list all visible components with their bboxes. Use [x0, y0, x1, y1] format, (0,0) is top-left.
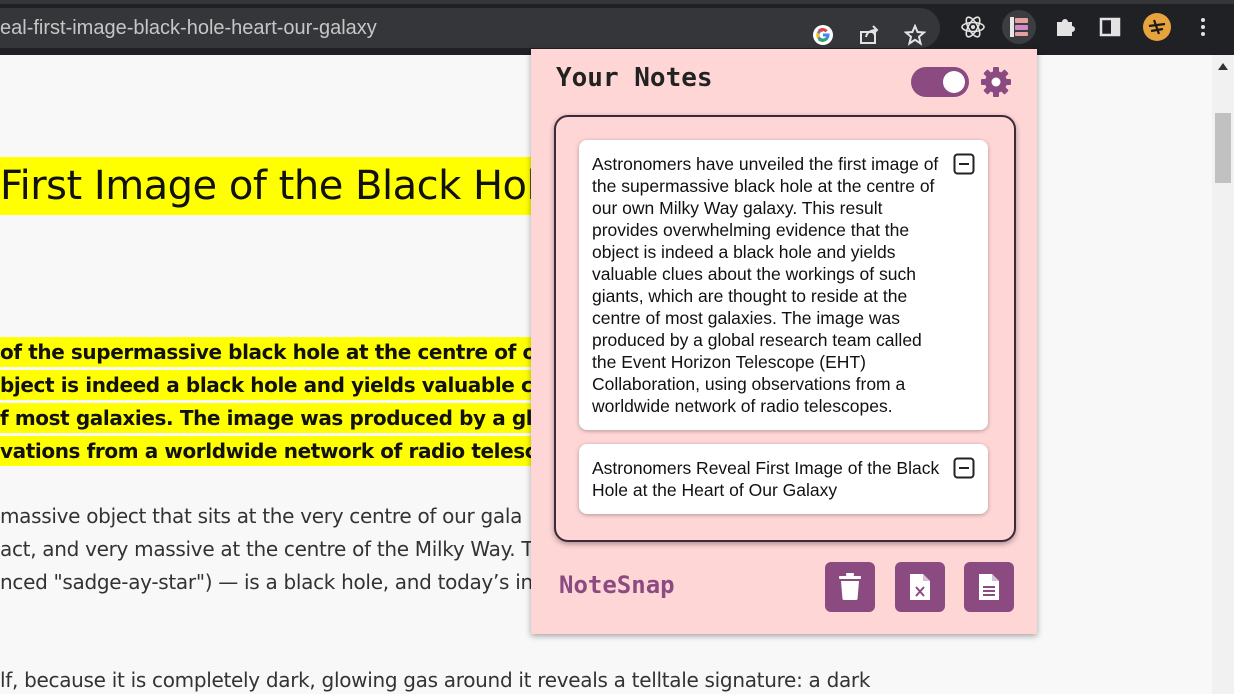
share-icon[interactable]	[852, 18, 886, 52]
scroll-thumb[interactable]	[1215, 113, 1231, 183]
enable-toggle[interactable]	[911, 67, 969, 97]
highlighted-text-line: bject is indeed a black hole and yields …	[0, 370, 578, 400]
notesnap-popup: Your Notes Astronomers have unveiled the…	[531, 49, 1037, 634]
article-text-line: nced "sadge-ay-star") — is a black hole,…	[0, 570, 533, 594]
note-card: Astronomers have unveiled the first imag…	[579, 140, 988, 430]
chrome-menu-icon[interactable]	[1186, 10, 1220, 44]
document-export-icon	[979, 574, 999, 600]
article-text-line: lf, because it is completely dark, glowi…	[0, 668, 871, 692]
scroll-up-arrow-icon[interactable]	[1218, 63, 1228, 70]
extensions-puzzle-icon[interactable]	[1048, 10, 1082, 44]
excel-export-icon	[910, 574, 930, 600]
export-excel-button[interactable]	[895, 562, 945, 612]
highlighted-text-line: of the supermassive black hole at the ce…	[0, 337, 579, 367]
bookmark-star-icon[interactable]	[898, 18, 932, 52]
app-name: NoteSnap	[559, 571, 675, 599]
trash-icon	[839, 573, 861, 600]
article-text-line: massive object that sits at the very cen…	[0, 504, 523, 528]
remove-note-icon[interactable]	[953, 153, 975, 175]
notesnap-extension-icon[interactable]	[1002, 10, 1036, 44]
article-headline: First Image of the Black Hol	[0, 157, 548, 215]
article-text-line: act, and very massive at the centre of t…	[0, 537, 534, 561]
remove-note-icon[interactable]	[953, 457, 975, 479]
browser-toolbar: eal-first-image-black-hole-heart-our-gal…	[0, 0, 1234, 55]
highlighted-text-line: f most galaxies. The image was produced …	[0, 403, 579, 433]
google-icon[interactable]	[806, 18, 840, 52]
popup-title: Your Notes	[556, 63, 713, 93]
settings-gear-icon[interactable]	[980, 66, 1012, 98]
profile-avatar-icon[interactable]	[1140, 10, 1174, 44]
note-text: Astronomers Reveal First Image of the Bl…	[592, 458, 940, 500]
react-devtools-icon[interactable]	[956, 10, 990, 44]
note-text: Astronomers have unveiled the first imag…	[592, 154, 939, 416]
delete-all-button[interactable]	[825, 562, 875, 612]
export-document-button[interactable]	[964, 562, 1014, 612]
side-panel-icon[interactable]	[1093, 10, 1127, 44]
address-bar[interactable]: eal-first-image-black-hole-heart-our-gal…	[0, 8, 940, 48]
highlighted-text-line: vations from a worldwide network of radi…	[0, 436, 577, 466]
note-card: Astronomers Reveal First Image of the Bl…	[579, 444, 988, 514]
tab-strip	[0, 0, 1234, 4]
toggle-knob	[943, 71, 965, 93]
url-text[interactable]: eal-first-image-black-hole-heart-our-gal…	[0, 17, 377, 40]
page-scrollbar[interactable]	[1212, 55, 1234, 694]
notes-list: Astronomers have unveiled the first imag…	[554, 115, 1016, 542]
